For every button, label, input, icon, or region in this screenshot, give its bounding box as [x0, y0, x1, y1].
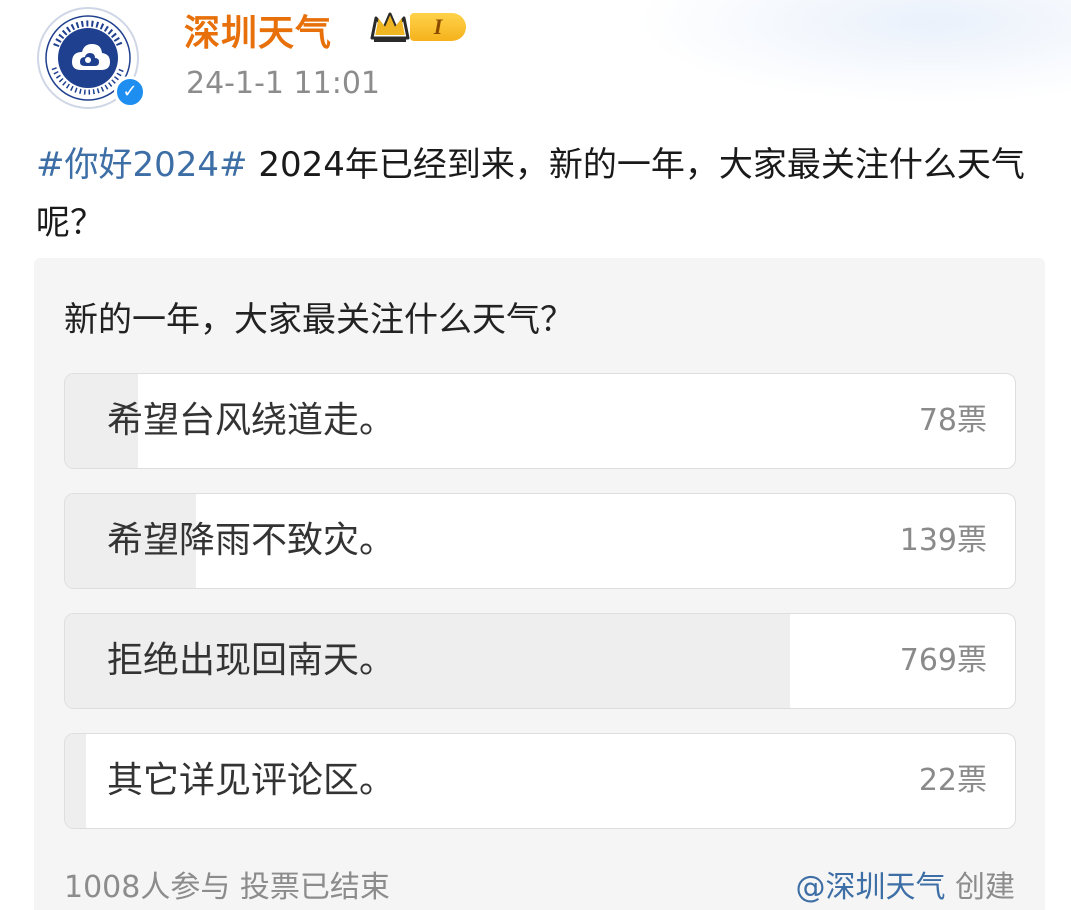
poll-option-rain[interactable]: 希望降雨不致灾。 139票: [64, 493, 1016, 589]
post-timestamp: 24-1-1 11:01: [186, 66, 380, 101]
verified-badge-icon: ✓: [114, 76, 146, 108]
level-tag: I: [410, 13, 466, 41]
poll-option-votes: 769票: [899, 643, 987, 678]
crown-icon: [370, 12, 410, 42]
level-badge[interactable]: I: [368, 10, 466, 44]
post-header: ✓ 深圳天气 I 24-1-1 11:01: [36, 6, 1036, 110]
poll-participants: 1008人参与: [64, 870, 231, 905]
poll-option-other[interactable]: 其它详见评论区。 22票: [64, 733, 1016, 829]
poll-option-votes: 22票: [918, 763, 987, 798]
poll-option-result-bar: [65, 734, 86, 828]
poll-creator: @深圳天气 创建: [795, 862, 1015, 906]
poll-option-votes: 78票: [918, 403, 987, 438]
poll-option-label: 希望台风绕道走。: [107, 400, 396, 441]
poll-option-humid-weather[interactable]: 拒绝出现回南天。 769票: [64, 613, 1016, 709]
poll-option-label: 拒绝出现回南天。: [107, 640, 396, 681]
poll-creator-link[interactable]: @深圳天气: [795, 870, 945, 905]
poll-status: 投票已结束: [239, 870, 390, 905]
poll-option-label: 其它详见评论区。: [107, 760, 396, 801]
poll-question: 新的一年，大家最关注什么天气？: [64, 300, 574, 340]
poll-card: 新的一年，大家最关注什么天气？ 希望台风绕道走。 78票 希望降雨不致灾。 13…: [34, 258, 1045, 910]
poll-option-votes: 139票: [899, 523, 987, 558]
poll-option-typhoon[interactable]: 希望台风绕道走。 78票: [64, 373, 1016, 469]
author-name[interactable]: 深圳天气: [184, 4, 332, 56]
avatar[interactable]: ✓: [36, 6, 146, 110]
poll-footer: 1008人参与 投票已结束 @深圳天气 创建: [64, 862, 1015, 905]
poll-option-label: 希望降雨不致灾。: [107, 520, 396, 561]
poll-stats: 1008人参与 投票已结束: [64, 862, 390, 906]
post-text: #你好2024# 2024年已经到来，新的一年，大家最关注什么天气呢？: [36, 136, 1036, 252]
poll-creator-suffix: 创建: [945, 870, 1015, 905]
hashtag-link[interactable]: #你好2024#: [36, 145, 248, 185]
